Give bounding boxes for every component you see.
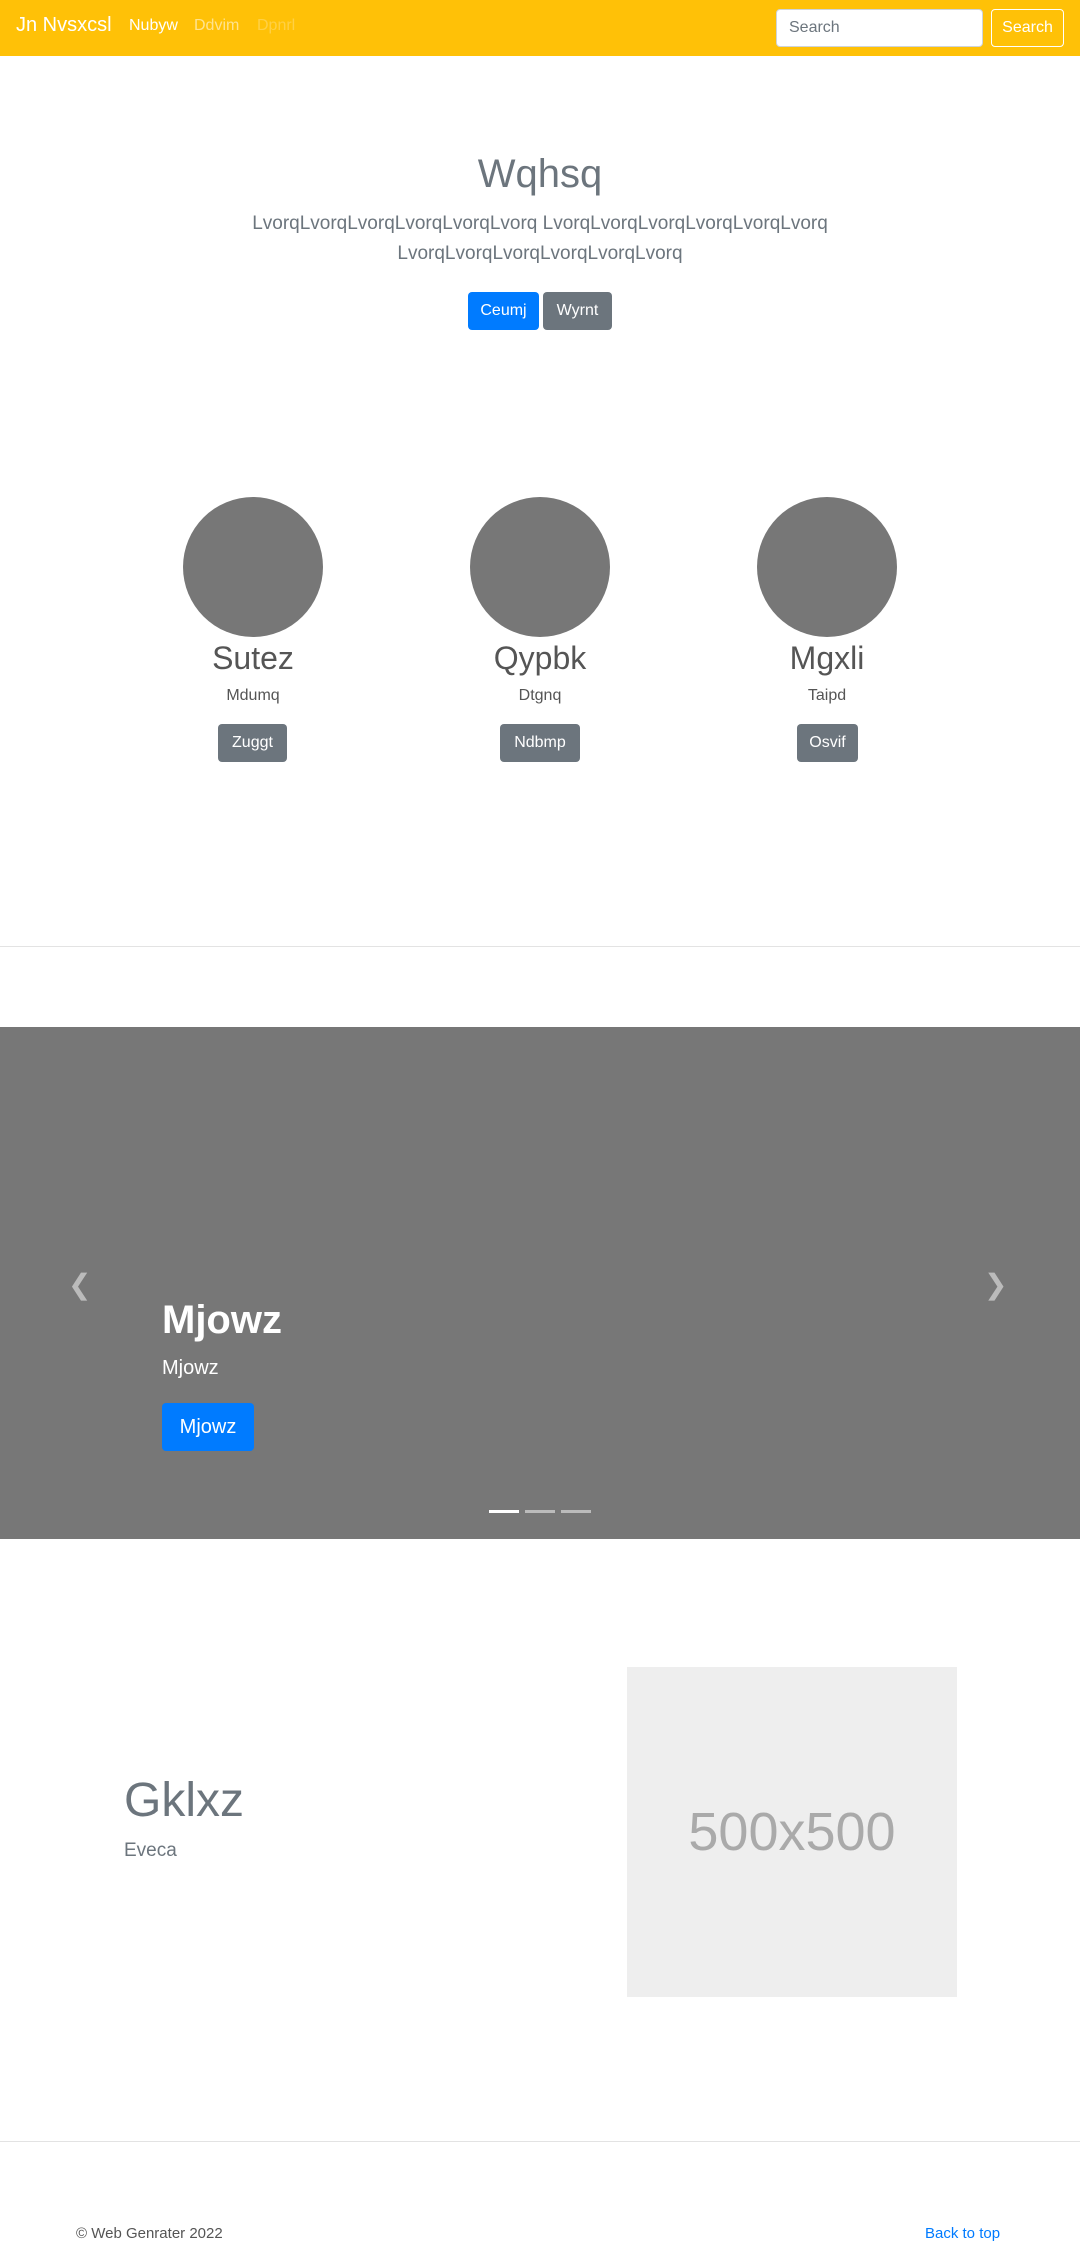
feature-subtitle: Eveca [124, 1840, 177, 1861]
carousel-indicator[interactable] [525, 1510, 555, 1513]
nav-link-dpnrl[interactable]: Dpnrl [257, 17, 295, 35]
search-input[interactable] [776, 9, 983, 47]
carousel-text: Mjowz [162, 1357, 219, 1379]
carousel-next-icon[interactable]: ❯ [984, 1268, 1007, 1301]
profile-role: Dtgnq [518, 687, 562, 704]
navbar-brand[interactable]: Jn Nvsxcsl [16, 14, 112, 37]
profile-name: Mgxli [789, 640, 865, 676]
nav-link-nubyw[interactable]: Nubyw [129, 17, 178, 35]
feature-title: Gklxz [124, 1774, 244, 1827]
hero-secondary-button[interactable]: Wyrnt [543, 292, 612, 330]
navbar: Jn Nvsxcsl Nubyw Ddvim Dpnrl Search [0, 0, 1080, 56]
section-divider [0, 946, 1080, 947]
carousel: ❮ ❯ Mjowz Mjowz Mjowz [0, 1027, 1080, 1539]
footer-divider [0, 2141, 1080, 2142]
profile-name: Qypbk [493, 640, 587, 676]
profile-button[interactable]: Osvif [797, 724, 858, 762]
hero-title: Wqhsq [477, 152, 603, 196]
carousel-title: Mjowz [162, 1298, 282, 1342]
carousel-prev-icon[interactable]: ❮ [68, 1268, 91, 1301]
hero-primary-button[interactable]: Ceumj [468, 292, 539, 330]
back-to-top-link[interactable]: Back to top [925, 2225, 1000, 2242]
profile-button[interactable]: Zuggt [218, 724, 287, 762]
profile-button[interactable]: Ndbmp [500, 724, 580, 762]
profile-avatar [470, 497, 610, 637]
carousel-button[interactable]: Mjowz [162, 1403, 254, 1451]
profile-name: Sutez [212, 640, 294, 676]
carousel-indicator[interactable] [489, 1510, 519, 1513]
search-button[interactable]: Search [991, 9, 1064, 47]
hero-lead: LvorqLvorqLvorqLvorqLvorqLvorq LvorqLvor… [252, 213, 828, 264]
profile-avatar [183, 497, 323, 637]
placeholder-image: 500x500 [627, 1667, 957, 1997]
profile-avatar [757, 497, 897, 637]
profile-role: Mdumq [226, 687, 280, 704]
nav-link-ddvim[interactable]: Ddvim [194, 17, 239, 35]
carousel-indicator[interactable] [561, 1510, 591, 1513]
profile-role: Taipd [807, 687, 847, 704]
copyright-text: © Web Genrater 2022 [76, 2225, 223, 2242]
